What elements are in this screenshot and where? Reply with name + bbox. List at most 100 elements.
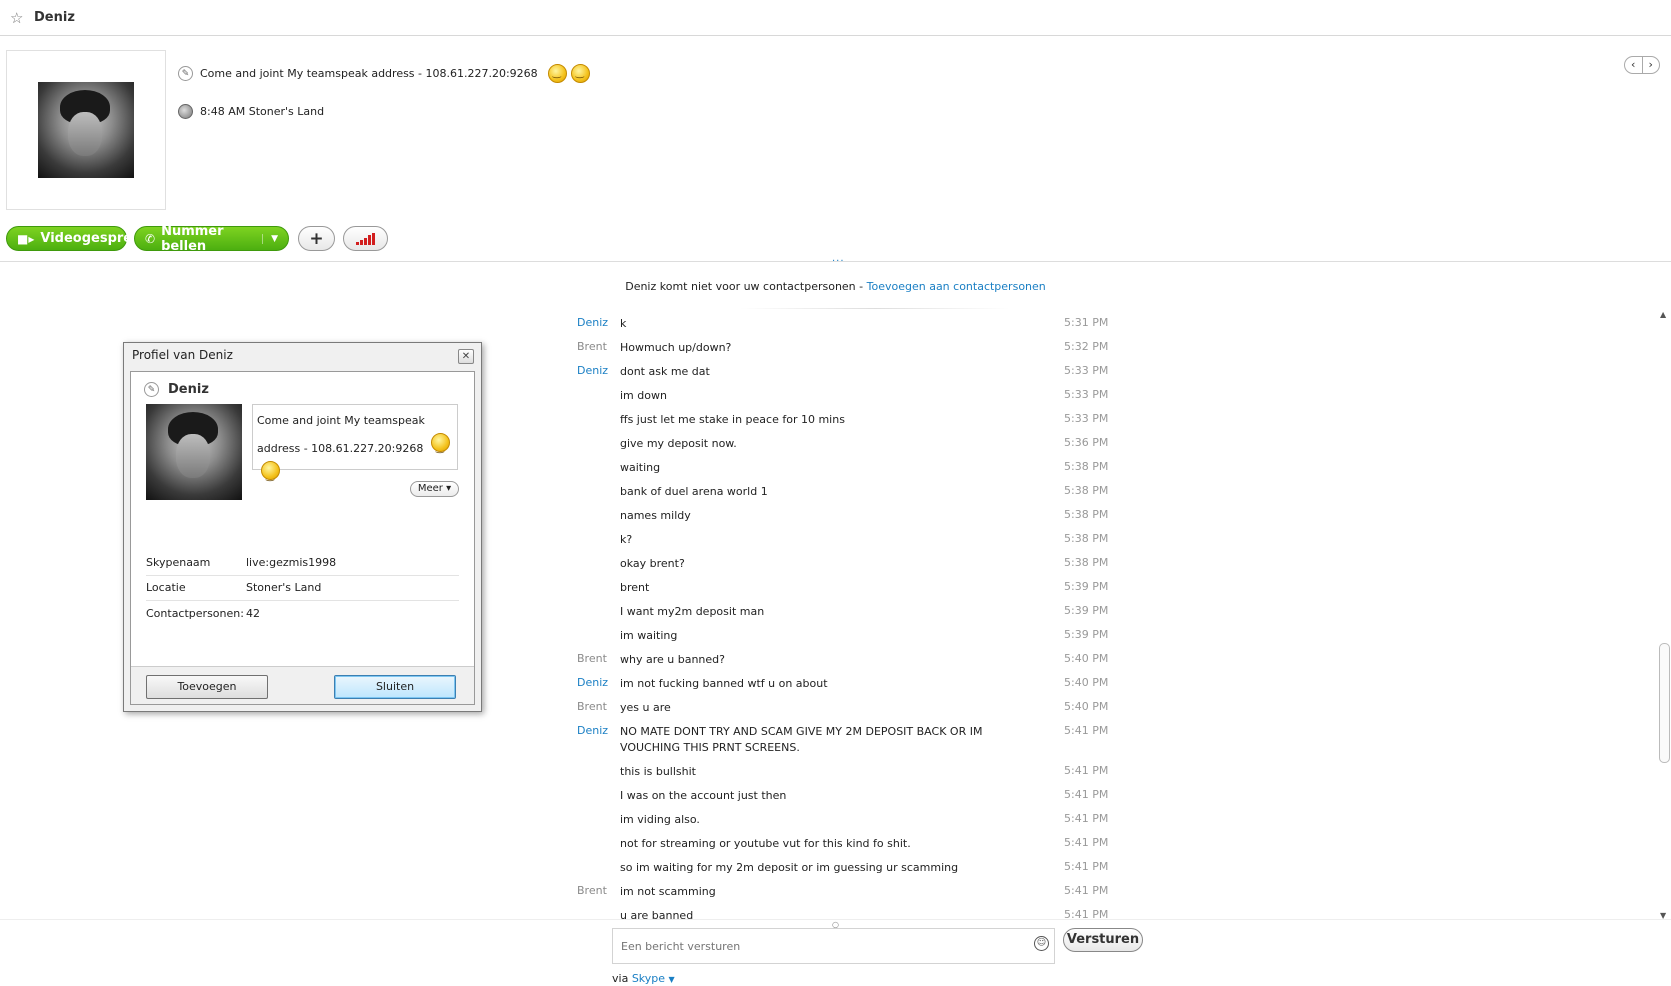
notice-text: Deniz komt niet voor uw contactpersonen … <box>625 280 867 293</box>
scroll-up-icon[interactable]: ▲ <box>1660 310 1666 319</box>
message-time: 5:31 PM <box>1064 316 1109 329</box>
message-time: 5:38 PM <box>1064 532 1109 545</box>
message-time: 5:33 PM <box>1064 412 1109 425</box>
message-text: bank of duel arena world 1 <box>620 485 768 498</box>
message-input[interactable] <box>612 928 1055 964</box>
profile-panel: ✎ Deniz Come and joint My teamspeak addr… <box>130 371 475 705</box>
smiley-icon <box>430 433 450 461</box>
message-text: I want my2m deposit man <box>620 605 765 618</box>
message-text: im viding also. <box>620 813 700 826</box>
message-text: ffs just let me stake in peace for 10 mi… <box>620 413 845 426</box>
contact-nav: ‹ › <box>1624 56 1660 74</box>
message-time: 5:41 PM <box>1064 788 1109 801</box>
call-number-button[interactable]: ✆ Nummer bellen ▼ <box>134 223 289 254</box>
local-time-location: 8:48 AM Stoner's Land <box>178 104 324 119</box>
message-text: im not scamming <box>620 885 716 898</box>
message-text: give my deposit now. <box>620 437 737 450</box>
nav-prev-button[interactable]: ‹ <box>1625 57 1642 73</box>
message-time: 5:40 PM <box>1064 676 1109 689</box>
message-text: im not fucking banned wtf u on about <box>620 677 828 690</box>
call-number-label: Nummer bellen <box>161 223 224 254</box>
dialog-footer: Toevoegen Sluiten <box>131 666 474 704</box>
message-text: so im waiting for my 2m deposit or im gu… <box>620 861 959 874</box>
chat-scrollbar[interactable]: ▲ ▼ <box>1658 310 1671 920</box>
add-contact-button[interactable]: Toevoegen <box>146 675 268 699</box>
chevron-down-icon[interactable]: ▼ <box>262 233 278 244</box>
message-time: 5:32 PM <box>1064 340 1109 353</box>
message-time: 5:41 PM <box>1064 812 1109 825</box>
message-time: 5:41 PM <box>1064 884 1109 897</box>
call-quality-button[interactable] <box>343 226 388 251</box>
more-button[interactable]: Meer ▾ <box>410 481 459 497</box>
info-value: 42 <box>246 607 260 620</box>
message-time: 5:38 PM <box>1064 484 1109 497</box>
info-value: Stoner's Land <box>246 581 322 594</box>
message-time: 5:41 PM <box>1064 860 1109 873</box>
mood-icon: ✎ <box>178 66 193 81</box>
close-icon[interactable]: ✕ <box>458 349 474 364</box>
info-row-contacts: Contactpersonen: 42 <box>146 601 459 627</box>
profile-mood-text: Come and joint My teamspeak address - 10… <box>257 414 425 455</box>
info-value: live:gezmis1998 <box>246 556 337 569</box>
message-time: 5:41 PM <box>1064 836 1109 849</box>
dialog-title: Profiel van Deniz <box>132 348 233 362</box>
smiley-icon <box>547 64 567 83</box>
message-text: k <box>620 317 627 330</box>
add-button[interactable]: + <box>298 226 335 251</box>
message-time: 5:38 PM <box>1064 508 1109 521</box>
profile-name-row: ✎ Deniz <box>144 382 209 397</box>
avatar-image <box>38 82 134 178</box>
message-text: k? <box>620 533 633 546</box>
message-text: NO MATE DONT TRY AND SCAM GIVE MY 2M DEP… <box>620 725 983 754</box>
message-time: 5:40 PM <box>1064 700 1109 713</box>
smiley-icon <box>261 461 280 489</box>
emoticon-icon[interactable]: ☺ <box>1034 936 1049 951</box>
message-time: 5:39 PM <box>1064 604 1109 617</box>
signal-bars-icon <box>356 232 375 245</box>
mood-text: Come and joint My teamspeak address - 10… <box>200 67 538 80</box>
profile-name: Deniz <box>168 382 209 397</box>
more-label: Meer <box>417 483 443 494</box>
info-label: Locatie <box>146 581 186 594</box>
message-time: 5:33 PM <box>1064 388 1109 401</box>
notice-divider <box>740 308 1010 309</box>
message-time: 5:41 PM <box>1064 724 1109 737</box>
send-button[interactable]: Versturen <box>1063 928 1143 952</box>
profile-avatar <box>146 404 242 500</box>
message-time: 5:41 PM <box>1064 764 1109 777</box>
video-call-button[interactable]: ■▸ Videogesprek <box>6 226 141 251</box>
skype-link[interactable]: Skype <box>632 972 665 985</box>
message-text: im down <box>620 389 667 402</box>
message-time: 5:38 PM <box>1064 460 1109 473</box>
info-label: Skypenaam <box>146 556 211 569</box>
scroll-thumb[interactable] <box>1659 643 1670 763</box>
not-in-contacts-notice: Deniz komt niet voor uw contactpersonen … <box>0 280 1671 293</box>
add-to-contacts-link[interactable]: Toevoegen aan contactpersonen <box>867 280 1046 293</box>
contact-avatar[interactable] <box>6 50 166 210</box>
via-label: via <box>612 972 632 985</box>
chevron-down-icon[interactable]: ▼ <box>669 975 675 984</box>
star-icon[interactable]: ☆ <box>10 10 26 26</box>
info-row-location: Locatie Stoner's Land <box>146 575 459 601</box>
video-call-label: Videogesprek <box>40 231 141 246</box>
message-text: I was on the account just then <box>620 789 787 802</box>
contact-title: Deniz <box>34 10 75 25</box>
chat-history[interactable]: Deniz k 5:31 PM Brent Howmuch up/down? 5:32 P… <box>560 310 1120 920</box>
message-text: yes u are <box>620 701 671 714</box>
message-time: 5:40 PM <box>1064 652 1109 665</box>
info-label: Contactpersonen: <box>146 607 244 620</box>
message-time: 5:33 PM <box>1064 364 1109 377</box>
message-text: this is bullshit <box>620 765 696 778</box>
mood-message: ✎ Come and joint My teamspeak address - … <box>178 64 590 83</box>
message-text: brent <box>620 581 650 594</box>
nav-next-button[interactable]: › <box>1641 57 1660 73</box>
via-skype: via Skype ▼ <box>612 972 675 985</box>
phone-icon: ✆ <box>145 231 156 246</box>
resize-handle[interactable]: ... <box>832 253 845 264</box>
close-button[interactable]: Sluiten <box>334 675 456 699</box>
message-time: 5:39 PM <box>1064 628 1109 641</box>
message-time: 5:38 PM <box>1064 556 1109 569</box>
globe-icon <box>178 104 193 119</box>
mood-icon: ✎ <box>144 382 159 397</box>
message-text: waiting <box>620 461 661 474</box>
